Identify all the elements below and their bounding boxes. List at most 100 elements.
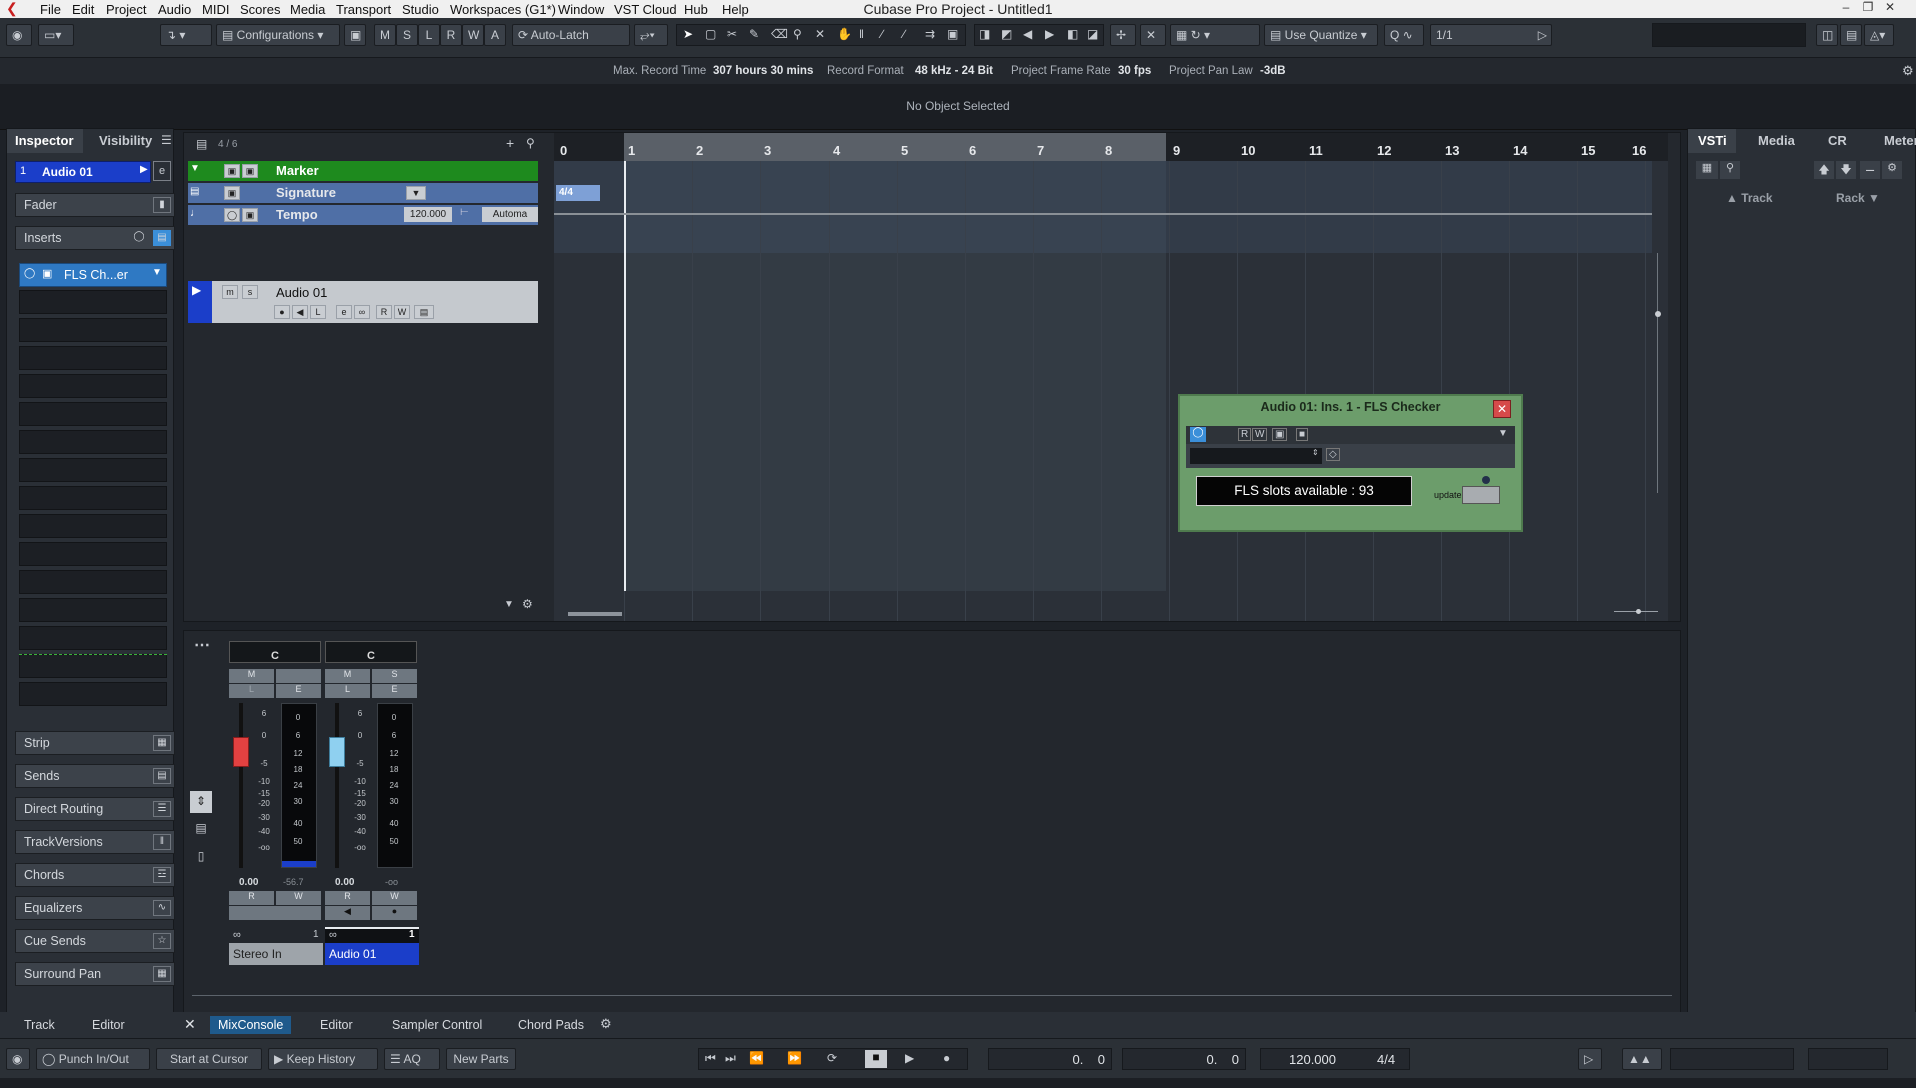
monitor-button[interactable]: ◀ bbox=[292, 305, 308, 319]
lanes-button[interactable]: ▤ bbox=[414, 305, 434, 319]
tab-media[interactable]: Media bbox=[1758, 129, 1795, 153]
insert-slot-10[interactable] bbox=[19, 514, 167, 538]
tempo-value-field[interactable]: 120.000 bbox=[404, 207, 452, 222]
section-fader[interactable]: Fader ▮ bbox=[15, 193, 175, 217]
signature-event[interactable]: 4/4 bbox=[556, 185, 600, 201]
track-solo-button[interactable]: s bbox=[242, 285, 258, 299]
listen-button[interactable]: L bbox=[325, 684, 370, 698]
write-automation-button[interactable]: W bbox=[394, 305, 410, 319]
cycle-range[interactable] bbox=[624, 133, 1166, 161]
pan-law-value[interactable]: -3dB bbox=[1260, 65, 1286, 77]
project-cursor[interactable] bbox=[624, 161, 626, 591]
link-icon[interactable]: ∞ bbox=[325, 927, 419, 943]
pan-law-label[interactable]: Project Pan Law bbox=[1169, 65, 1253, 77]
faders-view-icon[interactable]: ⇕ bbox=[190, 791, 212, 813]
read-button[interactable]: R bbox=[325, 891, 370, 905]
trim-end-icon[interactable]: ◪ bbox=[1087, 27, 1098, 41]
volume-fader-handle[interactable] bbox=[233, 737, 249, 767]
rewind-icon[interactable]: ⏪ bbox=[749, 1051, 764, 1065]
fader-value[interactable]: 0.00 bbox=[335, 877, 354, 888]
use-quantize-selector[interactable]: ▤ Use Quantize ▾ bbox=[1264, 24, 1378, 46]
pan-control[interactable]: C bbox=[325, 641, 417, 663]
click-button[interactable]: ▷ bbox=[1578, 1048, 1602, 1070]
insert-slot-5[interactable] bbox=[19, 374, 167, 398]
track-list-icon[interactable]: ▤ bbox=[196, 137, 207, 151]
nudge-right-icon[interactable]: ◩ bbox=[1001, 27, 1012, 41]
read-button[interactable]: R bbox=[440, 24, 462, 46]
insert-slot-1[interactable]: ◯ ▣ FLS Ch...er ▼ bbox=[19, 263, 167, 287]
section-surround-pan[interactable]: Surround Pan ▦ bbox=[15, 962, 175, 986]
peak-value[interactable]: -oo bbox=[385, 877, 398, 887]
settings-icon[interactable]: ⚙ bbox=[1882, 161, 1902, 179]
split-tool-icon[interactable]: ✂ bbox=[727, 27, 737, 41]
plugin-compare-icon[interactable]: ▣ bbox=[1272, 428, 1288, 441]
freeze-button[interactable]: ∞ bbox=[354, 305, 370, 319]
edit-button[interactable]: E bbox=[372, 684, 417, 698]
automation-mode-selector[interactable]: ⟳ Auto-Latch bbox=[512, 24, 630, 46]
track-expand-icon[interactable]: ▶ bbox=[140, 164, 148, 175]
mixer-menu-icon[interactable]: ⋯ bbox=[194, 635, 210, 655]
tab-chord-pads[interactable]: Chord Pads bbox=[510, 1016, 592, 1034]
grid-button[interactable]: ▦ ↻ ▾ bbox=[1170, 24, 1260, 46]
solo-button[interactable]: S bbox=[372, 669, 417, 683]
section-chords[interactable]: Chords ☲ bbox=[15, 863, 175, 887]
snap-mode-button[interactable]: ⥂▾ bbox=[634, 24, 668, 46]
inspector-track-header[interactable]: 1 Audio 01 ▶ bbox=[15, 161, 151, 183]
insert-slot-13[interactable] bbox=[19, 598, 167, 622]
insert-slot-3[interactable] bbox=[19, 318, 167, 342]
insert-slot-4[interactable] bbox=[19, 346, 167, 370]
plugin-menu-icon[interactable]: ▼ bbox=[1498, 428, 1508, 439]
track-list-settings-icon[interactable]: ⚙ bbox=[522, 597, 533, 611]
touch-mode-selector[interactable]: ↴ ▾ bbox=[160, 24, 212, 46]
range-tool-icon[interactable]: ▢ bbox=[705, 27, 716, 41]
remove-instrument-icon[interactable]: ⚊ bbox=[1860, 161, 1880, 179]
window-layout-button[interactable]: ▭▾ bbox=[38, 24, 74, 46]
inserts-icon[interactable]: ▤ bbox=[153, 230, 171, 246]
tab-editor-left[interactable]: Editor bbox=[84, 1016, 133, 1034]
write-button[interactable]: W bbox=[372, 891, 417, 905]
inspector-menu-icon[interactable]: ☰ bbox=[161, 133, 172, 147]
quantize-button[interactable]: Q ∿ bbox=[1384, 24, 1424, 46]
rack-column-header[interactable]: Rack ▼ bbox=[1836, 191, 1880, 205]
plugin-close-button[interactable]: ✕ bbox=[1493, 400, 1511, 418]
edit-channel-button[interactable]: e bbox=[153, 161, 171, 181]
plugin-power-icon[interactable]: ◯ bbox=[1190, 427, 1206, 442]
write-button[interactable]: W bbox=[462, 24, 484, 46]
move-up-icon[interactable]: 🡅 bbox=[1814, 161, 1834, 179]
draw-tool-icon[interactable]: ✎ bbox=[749, 27, 759, 41]
punch-in-out-button[interactable]: ◯ Punch In/Out bbox=[36, 1048, 150, 1070]
read-button[interactable]: R bbox=[229, 891, 274, 905]
minimize-icon[interactable]: – bbox=[1836, 0, 1856, 18]
zoom-tool-icon[interactable]: ⚲ bbox=[793, 27, 802, 41]
close-icon[interactable]: ✕ bbox=[1880, 0, 1900, 18]
tab-meter[interactable]: Meter bbox=[1884, 129, 1916, 153]
preset-stepper-icon[interactable]: ⇕ bbox=[1312, 448, 1319, 457]
monitor-button[interactable]: ◀ bbox=[325, 906, 370, 920]
channel-name-label[interactable]: Stereo In bbox=[229, 943, 323, 965]
insert-slot-11[interactable] bbox=[19, 542, 167, 566]
activity-meter[interactable] bbox=[1670, 1048, 1794, 1070]
layout-lower-button[interactable]: ▤ bbox=[1840, 24, 1862, 46]
secondary-time-display[interactable]: 0. 0 bbox=[1122, 1048, 1246, 1070]
go-to-end-icon[interactable]: ⏭ bbox=[725, 1051, 736, 1066]
mute-button[interactable]: M bbox=[325, 669, 370, 683]
tab-vsti[interactable]: VSTi bbox=[1688, 129, 1736, 153]
nudge-start-icon[interactable]: ◀ bbox=[1023, 27, 1032, 41]
comp-tool-icon[interactable]: ‖ bbox=[859, 27, 864, 41]
insert-edit-icon[interactable]: ▣ bbox=[42, 267, 52, 280]
tempo-lock-button[interactable]: ▣ bbox=[242, 208, 258, 222]
keep-history-button[interactable]: ▶ Keep History bbox=[268, 1048, 378, 1070]
audio-track[interactable]: ▶ m s Audio 01 ● ◀ L e ∞ R W ▤ bbox=[188, 281, 538, 323]
vertical-zoom-slider[interactable] bbox=[1655, 253, 1661, 493]
quantize-preset-selector[interactable]: 1/1 ▷ bbox=[1430, 24, 1552, 46]
section-cue-sends[interactable]: Cue Sends ☆ bbox=[15, 929, 175, 953]
a-button[interactable]: A bbox=[484, 24, 506, 46]
new-parts-button[interactable]: New Parts bbox=[446, 1048, 516, 1070]
listen-button[interactable]: L bbox=[229, 684, 274, 698]
tempo-display[interactable]: 120.000 4/4 bbox=[1260, 1048, 1410, 1070]
tab-cr[interactable]: CR bbox=[1828, 129, 1847, 153]
fader-track[interactable] bbox=[239, 703, 243, 868]
section-equalizers[interactable]: Equalizers ∿ bbox=[15, 896, 175, 920]
configurations-selector[interactable]: ▤ Configurations ▾ bbox=[216, 24, 340, 46]
tab-editor[interactable]: Editor bbox=[312, 1016, 361, 1034]
